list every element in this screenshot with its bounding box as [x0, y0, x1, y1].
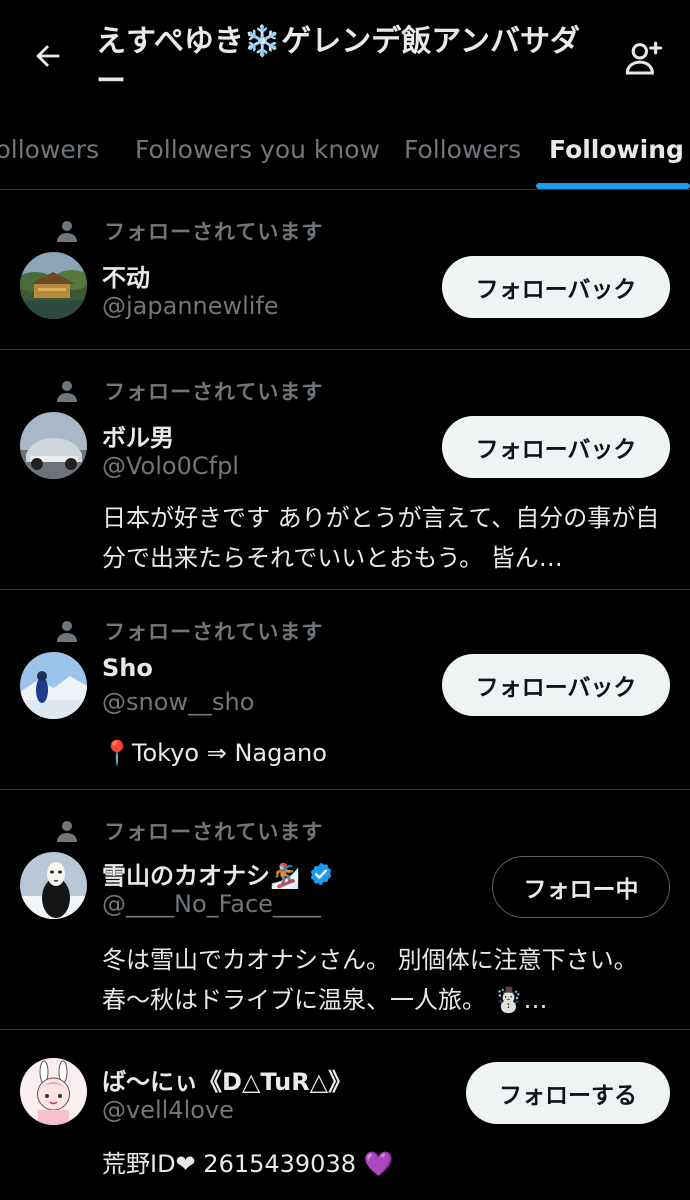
header: えすぺゆき❄️ゲレンデ飯アンバサダー — [0, 0, 690, 115]
user-name-text: 雪山のカオナシ🏂 — [102, 862, 300, 890]
follows-you-line: フォローされています — [56, 216, 323, 246]
tab-followers-2[interactable]: Followers — [404, 135, 521, 164]
avatar[interactable] — [20, 412, 87, 479]
tab-followers-you-know[interactable]: Followers you know — [135, 135, 380, 164]
follows-you-line: フォローされています — [56, 816, 323, 846]
user-list: フォローされています 不动 @japannewlife フォローバック フォロー… — [0, 190, 690, 1200]
add-user-button[interactable] — [622, 36, 666, 80]
user-bio: 📍Tokyo ⇒ Nagano — [102, 739, 327, 767]
active-tab-indicator — [536, 183, 690, 189]
follows-you-label: フォローされています — [104, 820, 324, 844]
person-icon — [57, 821, 77, 842]
list-item[interactable]: フォローされています 不动 @japannewlife フォローバック — [0, 190, 690, 350]
user-name[interactable]: Sho — [102, 654, 153, 682]
user-bio: 荒野ID❤ 2615439038 💜 — [102, 1150, 394, 1178]
follows-you-label: フォローされています — [104, 620, 324, 644]
list-item[interactable]: フォローされています Sho @snow__sho フォローバック 📍Tokyo… — [0, 590, 690, 790]
follow-button[interactable]: フォローする — [466, 1062, 670, 1124]
avatar[interactable] — [20, 1058, 87, 1125]
avatar[interactable] — [20, 252, 87, 319]
following-button[interactable]: フォロー中 — [492, 856, 670, 918]
user-handle: @snow__sho — [102, 688, 255, 716]
back-button[interactable] — [28, 36, 68, 76]
list-item[interactable]: フォローされています ボル男 @Volo0Cfpl フォローバック 日本が好きで… — [0, 350, 690, 590]
tab-following[interactable]: Following — [549, 135, 684, 164]
follow-back-button[interactable]: フォローバック — [442, 256, 670, 318]
follows-you-line: フォローされています — [56, 616, 323, 646]
list-item[interactable]: ば〜にぃ《D△TuR△》 @vell4love フォローする 荒野ID❤ 261… — [0, 1030, 690, 1200]
avatar[interactable] — [20, 652, 87, 719]
follows-you-line: フォローされています — [56, 376, 323, 406]
tab-followers-1[interactable]: Followers — [0, 135, 99, 164]
avatar[interactable] — [20, 852, 87, 919]
page-title: えすぺゆき❄️ゲレンデ飯アンバサダー — [96, 24, 581, 99]
person-add-icon — [625, 41, 663, 75]
arrow-left-icon — [36, 45, 60, 67]
user-name[interactable]: ば〜にぃ《D△TuR△》 — [102, 1062, 352, 1097]
user-name[interactable]: ボル男 — [102, 418, 174, 453]
user-name[interactable]: 雪山のカオナシ🏂 — [102, 856, 334, 891]
person-icon — [57, 381, 77, 402]
user-bio: 日本が好きです ありがとうが言えて、自分の事が自分で出来たらそれでいいとおもう。… — [102, 504, 660, 572]
verified-badge-icon — [310, 862, 332, 885]
list-item[interactable]: フォローされています 雪山のカオナシ🏂 @____No_Face____ フォロ… — [0, 790, 690, 1030]
person-icon — [57, 221, 77, 242]
follows-you-label: フォローされています — [104, 220, 324, 244]
follows-you-label: フォローされています — [104, 380, 324, 404]
user-handle: @vell4love — [102, 1096, 234, 1124]
user-handle: @Volo0Cfpl — [102, 452, 239, 480]
tab-bar: Followers Followers you know Followers F… — [0, 115, 690, 190]
follow-back-button[interactable]: フォローバック — [442, 416, 670, 478]
user-handle: @____No_Face____ — [102, 890, 321, 918]
follow-back-button[interactable]: フォローバック — [442, 654, 670, 716]
user-name[interactable]: 不动 — [102, 258, 150, 293]
user-handle: @japannewlife — [102, 292, 279, 320]
user-bio: 冬は雪山でカオナシさん。 別個体に注意下さい。春〜秋はドライブに温泉、一人旅。 … — [102, 946, 638, 1014]
person-icon — [57, 621, 77, 642]
